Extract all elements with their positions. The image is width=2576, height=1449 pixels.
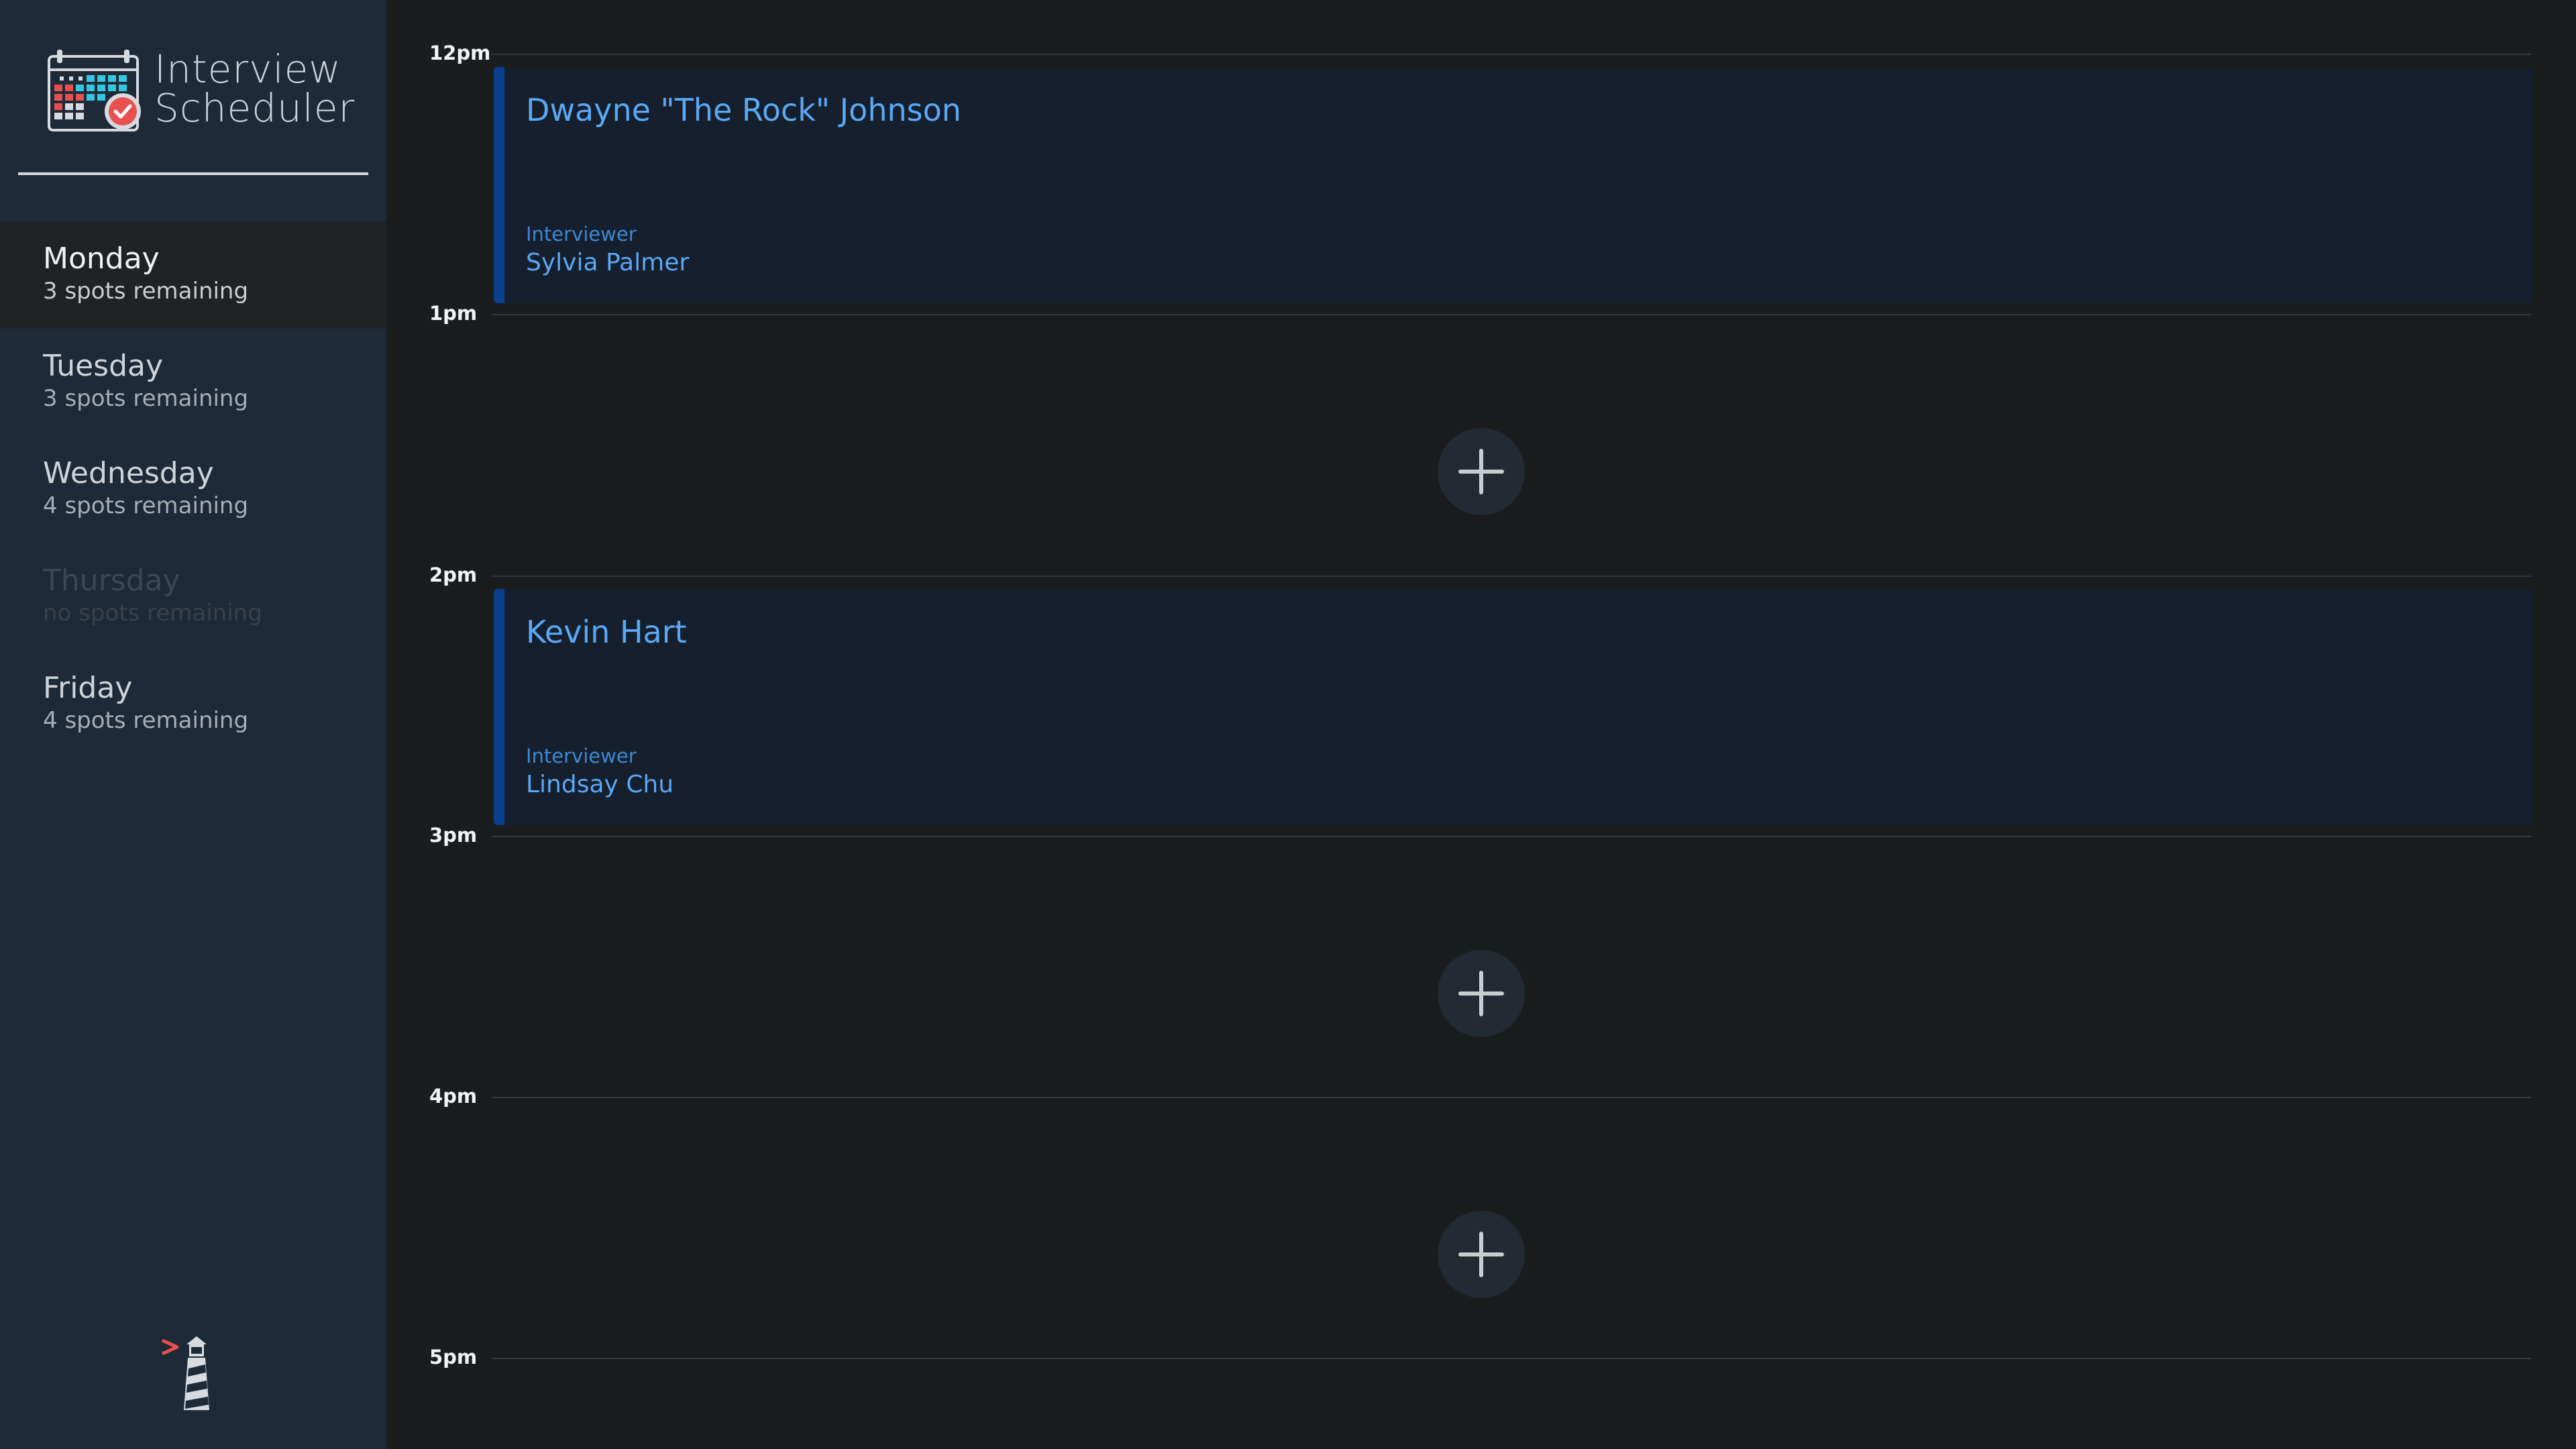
student-name: Dwayne "The Rock" Johnson	[526, 92, 961, 128]
hour-label: 3pm	[429, 824, 478, 847]
hour-separator	[492, 1358, 2531, 1359]
app-title-line-2: Scheduler	[154, 85, 356, 131]
hour-label: 5pm	[429, 1346, 478, 1368]
hour-separator	[492, 1097, 2531, 1098]
add-appointment-button[interactable]	[1438, 428, 1525, 515]
app-title-line-1: Interview	[154, 46, 341, 92]
hour-label: 12pm	[429, 42, 491, 64]
add-appointment-button[interactable]	[1438, 1211, 1525, 1298]
sidebar: Interview Scheduler Monday 3 spots remai…	[0, 0, 386, 1449]
day-name: Friday	[43, 671, 133, 705]
day-item-monday[interactable]: Monday 3 spots remaining	[0, 221, 386, 329]
hour-separator	[492, 54, 2531, 55]
time-slot-12pm: 12pm Dwayne "The Rock" Johnson Interview…	[386, 0, 2576, 303]
day-spots-remaining: 4 spots remaining	[43, 492, 249, 519]
hour-label: 1pm	[429, 302, 478, 325]
plus-icon	[1458, 971, 1504, 1016]
day-spots-remaining: 3 spots remaining	[43, 385, 249, 412]
time-slot-1pm: 1pm	[386, 260, 2576, 521]
day-item-friday[interactable]: Friday 4 spots remaining	[0, 651, 386, 758]
day-item-thursday[interactable]: Thursday no spots remaining	[0, 543, 386, 651]
day-item-wednesday[interactable]: Wednesday 4 spots remaining	[0, 436, 386, 543]
calendar-check-icon	[48, 50, 141, 131]
interviewer-label: Interviewer	[526, 223, 637, 246]
day-item-tuesday[interactable]: Tuesday 3 spots remaining	[0, 329, 386, 436]
day-spots-remaining: no spots remaining	[43, 600, 262, 627]
interviewer-label: Interviewer	[526, 745, 637, 767]
day-spots-remaining: 3 spots remaining	[43, 278, 249, 305]
student-name: Kevin Hart	[526, 614, 687, 650]
plus-icon	[1458, 1232, 1504, 1277]
hour-separator	[492, 314, 2531, 315]
add-appointment-button[interactable]	[1438, 950, 1525, 1037]
app-title: Interview Scheduler	[154, 50, 355, 127]
day-spots-remaining: 4 spots remaining	[43, 707, 249, 734]
hour-label: 4pm	[429, 1085, 478, 1108]
brand: Interview Scheduler	[18, 47, 368, 174]
day-list: Monday 3 spots remaining Tuesday 3 spots…	[0, 221, 386, 758]
time-slot-2pm: 2pm Kevin Hart Interviewer Lindsay Chu	[386, 522, 2576, 825]
lighthouse-icon	[161, 1336, 209, 1410]
sidebar-divider	[18, 172, 368, 175]
hour-label: 2pm	[429, 564, 478, 586]
hour-separator	[492, 836, 2531, 837]
schedule: 12pm Dwayne "The Rock" Johnson Interview…	[386, 0, 2576, 1449]
app-root: Interview Scheduler Monday 3 spots remai…	[0, 0, 2576, 1449]
day-name: Tuesday	[43, 349, 164, 383]
hour-separator	[492, 576, 2531, 577]
time-slot-3pm: 3pm	[386, 782, 2576, 1042]
day-name: Thursday	[43, 564, 180, 598]
time-slot-4pm: 4pm	[386, 1043, 2576, 1303]
time-slot-5pm: 5pm	[386, 1304, 2576, 1449]
plus-icon	[1458, 449, 1504, 494]
day-name: Monday	[43, 241, 160, 276]
day-name: Wednesday	[43, 456, 214, 490]
